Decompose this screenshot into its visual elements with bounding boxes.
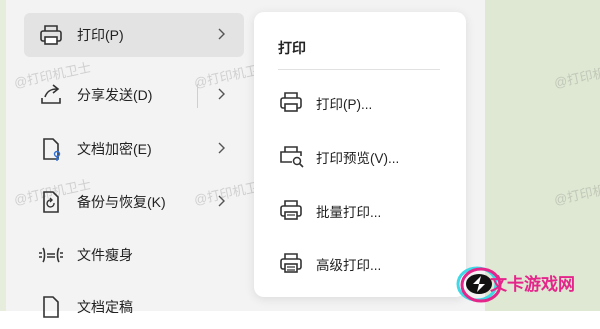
divider (278, 69, 440, 70)
submenu-item-label: 打印预览(V)... (316, 151, 400, 166)
divider (197, 84, 198, 108)
brand-text: 文卡游戏网 (490, 275, 575, 294)
submenu-item-label: 高级打印... (316, 258, 382, 273)
menu-item-label: 文档定稿 (77, 299, 133, 315)
submenu-item-print-preview[interactable]: 打印预览(V)... (270, 136, 450, 176)
document-lock-icon (43, 138, 61, 161)
submenu-item-label: 打印(P)... (316, 97, 373, 112)
batch-print-icon (280, 200, 302, 220)
printer-icon (280, 92, 302, 112)
backup-icon (43, 191, 59, 213)
menu-item-label: 文档加密(E) (77, 141, 152, 157)
menu-item-label: 打印(P) (77, 27, 124, 43)
submenu-item-print[interactable]: 打印(P)... (270, 82, 450, 122)
document-finalize-icon (43, 296, 59, 318)
file-slim-icon (39, 247, 63, 263)
submenu-item-label: 批量打印... (316, 205, 382, 220)
print-preview-icon (280, 146, 304, 168)
menu-item-label: 备份与恢复(K) (77, 194, 166, 210)
submenu-item-batch-print[interactable]: 批量打印... (270, 190, 450, 230)
chevron-right-icon (218, 142, 225, 154)
print-submenu: 打印 打印(P)... 打印预览(V)... 批量打印... 高级打印... (254, 12, 466, 297)
chevron-right-icon (218, 195, 225, 207)
chevron-right-icon (218, 88, 225, 100)
menu-item-file-slim[interactable]: 文件瘦身 (24, 233, 244, 277)
submenu-title: 打印 (278, 40, 306, 56)
menu-item-finalize[interactable]: 文档定稿 (24, 285, 244, 329)
share-icon (41, 84, 61, 104)
menu-item-backup[interactable]: 备份与恢复(K) (24, 180, 244, 224)
menu-item-print[interactable]: 打印(P) (24, 13, 244, 57)
menu-item-share[interactable]: 分享发送(D) (24, 73, 244, 117)
menu-item-encrypt[interactable]: 文档加密(E) (24, 127, 244, 171)
submenu-item-advanced-print[interactable]: 高级打印... (270, 243, 450, 283)
chevron-right-icon (218, 28, 225, 40)
advanced-print-icon (280, 253, 302, 273)
menu-item-label: 文件瘦身 (77, 247, 133, 263)
printer-icon (40, 25, 62, 45)
menu-item-label: 分享发送(D) (77, 87, 153, 103)
